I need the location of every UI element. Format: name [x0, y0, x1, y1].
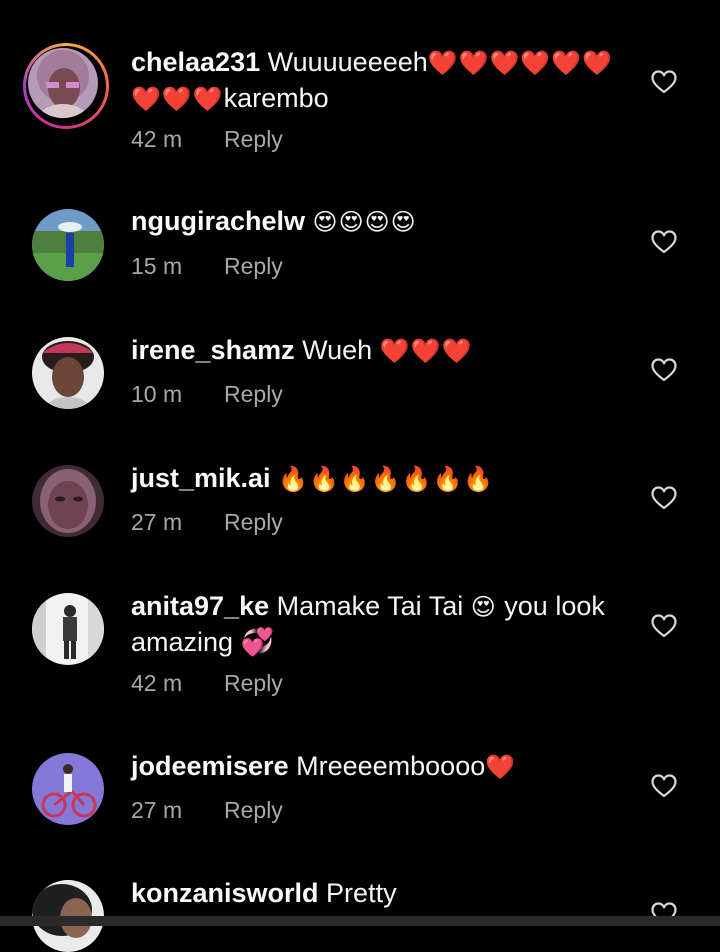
comment-emoji: 🔥🔥🔥🔥🔥🔥🔥	[278, 466, 495, 493]
like-heart-icon[interactable]	[651, 486, 677, 510]
comment-time: 10 m	[131, 381, 183, 407]
like-heart-icon[interactable]	[651, 358, 677, 382]
comment-time: 27 m	[131, 797, 183, 823]
reply-button[interactable]: Reply	[224, 797, 283, 823]
like-heart-icon[interactable]	[651, 70, 677, 94]
comment-time: 27 m	[131, 509, 183, 535]
comment-emoji: 😍	[470, 594, 497, 621]
comment-time: 42 m	[131, 670, 183, 696]
comment-text-after: karembo	[223, 83, 329, 113]
avatar[interactable]	[32, 593, 104, 665]
comment-emoji: ❤️❤️❤️	[379, 338, 473, 365]
comment-username[interactable]: jodeemisere	[131, 751, 289, 781]
comment-username[interactable]: ngugirachelw	[131, 206, 305, 236]
like-heart-icon[interactable]	[651, 774, 677, 798]
avatar-photo	[32, 209, 104, 281]
comment-username[interactable]: chelaa231	[131, 47, 260, 77]
reply-button[interactable]: Reply	[224, 253, 283, 279]
like-heart-icon[interactable]	[651, 230, 677, 254]
reply-button[interactable]: Reply	[224, 126, 283, 152]
avatar[interactable]	[32, 753, 104, 825]
comment-meta: 10 m Reply	[131, 381, 283, 408]
comment-time: 42 m	[131, 126, 183, 152]
story-ring-avatar[interactable]	[23, 43, 109, 129]
comment-meta: 42 m Reply	[131, 670, 283, 697]
comment-body: jodeemisere Mreeeemboooo❤️	[131, 749, 631, 785]
comment-meta: 15 m Reply	[131, 253, 283, 280]
avatar-photo	[32, 753, 104, 825]
comment-text: Wuuuueeeeh	[267, 47, 428, 77]
reply-button[interactable]: Reply	[224, 509, 283, 535]
comment-body: just_mik.ai 🔥🔥🔥🔥🔥🔥🔥	[131, 461, 631, 497]
avatar[interactable]	[32, 465, 104, 537]
avatar-photo	[32, 593, 104, 665]
like-heart-icon[interactable]	[651, 614, 677, 638]
avatar-photo	[28, 48, 98, 118]
comment-time: 15 m	[131, 253, 183, 279]
comment-body: ngugirachelw 😍😍😍😍	[131, 204, 631, 240]
avatar-photo	[32, 465, 104, 537]
comment-meta: 27 m Reply	[131, 509, 283, 536]
avatar-photo	[32, 337, 104, 409]
bottom-bar	[0, 916, 720, 926]
comment-body: irene_shamz Wueh ❤️❤️❤️	[131, 333, 631, 369]
comment-text: Pretty	[326, 878, 397, 908]
comment-text: Mamake Tai Tai	[276, 591, 464, 621]
comment-emoji: ❤️	[485, 754, 517, 781]
comment-text: Mreeeemboooo	[296, 751, 486, 781]
reply-button[interactable]: Reply	[224, 670, 283, 696]
comment-body: anita97_ke Mamake Tai Tai 😍 you look ama…	[131, 589, 631, 659]
avatar[interactable]	[32, 337, 104, 409]
comment-emoji: 😍😍😍😍	[312, 209, 417, 236]
comment-username[interactable]: konzanisworld	[131, 878, 319, 908]
comment-username[interactable]: irene_shamz	[131, 335, 295, 365]
comment-body: konzanisworld Pretty	[131, 876, 631, 910]
comment-username[interactable]: just_mik.ai	[131, 463, 271, 493]
comment-meta: 27 m Reply	[131, 797, 283, 824]
comment-body: chelaa231 Wuuuueeeeh❤️❤️❤️❤️❤️❤️❤️❤️❤️ka…	[131, 45, 631, 117]
comment-username[interactable]: anita97_ke	[131, 591, 269, 621]
comment-text: Wueh	[302, 335, 373, 365]
avatar[interactable]	[32, 209, 104, 281]
reply-button[interactable]: Reply	[224, 381, 283, 407]
comment-meta: 42 m Reply	[131, 126, 283, 153]
